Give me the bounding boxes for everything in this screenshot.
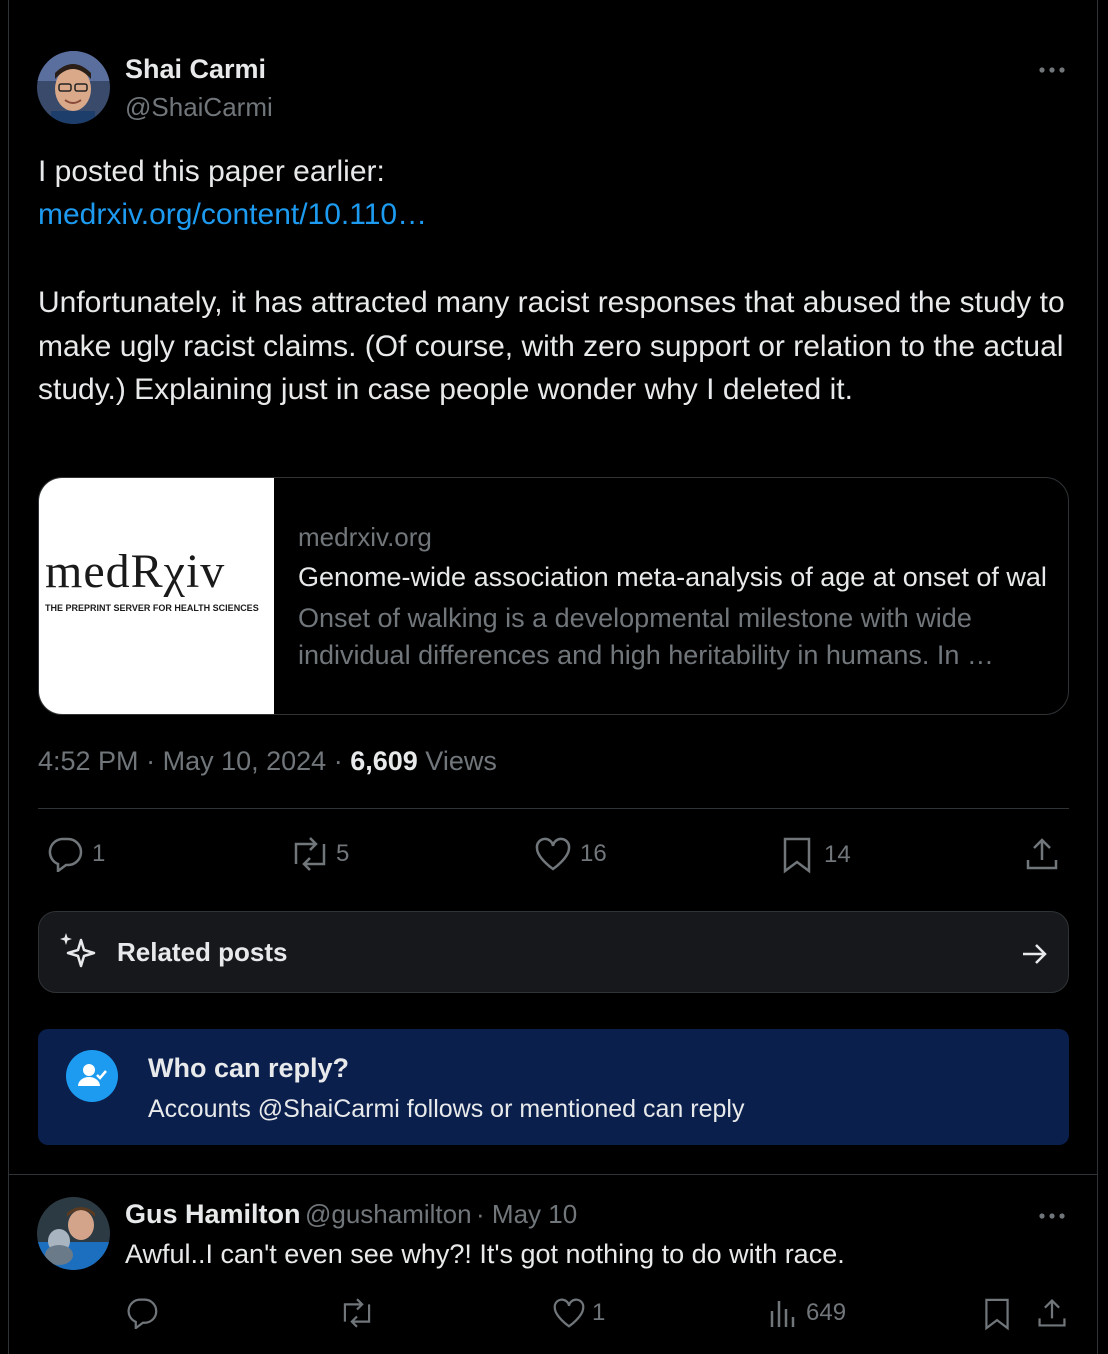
link-preview-card[interactable]: medRχiv THE PREPRINT SERVER FOR HEALTH S… <box>38 477 1069 715</box>
tweet-link[interactable]: medrxiv.org/content/10.110… <box>38 193 427 237</box>
share-icon <box>1026 838 1058 870</box>
reply-reply-button[interactable] <box>125 1297 159 1329</box>
tweet-text-intro: I posted this paper earlier: <box>38 155 385 188</box>
reply-author-handle[interactable]: @gushamilton <box>305 1199 472 1229</box>
reply-icon <box>48 837 83 872</box>
medrxiv-tagline: THE PREPRINT SERVER FOR HEALTH SCIENCES <box>45 603 259 613</box>
related-posts-label: Related posts <box>117 937 288 967</box>
views-count: 6,609 <box>350 746 418 776</box>
repost-icon <box>294 837 326 871</box>
who-can-reply-title: Who can reply? <box>148 1053 350 1083</box>
reply-author-name[interactable]: Gus Hamilton <box>125 1199 301 1229</box>
like-count: 16 <box>580 840 607 867</box>
sparkle-icon <box>60 933 96 968</box>
divider <box>9 1174 1098 1175</box>
tweet-text-body: Unfortunately, it has attracted many rac… <box>38 286 1074 406</box>
more-icon[interactable] <box>1038 1206 1066 1231</box>
bookmark-icon <box>783 837 811 874</box>
bookmark-count: 14 <box>824 841 851 868</box>
author-handle[interactable]: @ShaiCarmi <box>125 92 273 123</box>
medrxiv-logo: medRχiv <box>45 545 226 598</box>
person-check-icon <box>66 1050 118 1102</box>
reply-views-button[interactable]: 649 <box>768 1297 846 1329</box>
divider <box>38 808 1069 809</box>
views-icon <box>770 1301 795 1327</box>
repost-button[interactable]: 5 <box>288 836 349 872</box>
reply-count: 1 <box>92 840 106 867</box>
reply-button[interactable]: 1 <box>46 836 105 872</box>
reply-icon <box>127 1298 158 1329</box>
reply-views-count: 649 <box>806 1299 847 1326</box>
more-icon[interactable] <box>1038 60 1066 85</box>
share-button[interactable] <box>1024 836 1060 872</box>
tweet-meta: 4:52 PM · May 10, 2024 · 6,609 Views <box>38 746 497 776</box>
card-thumbnail: medRχiv THE PREPRINT SERVER FOR HEALTH S… <box>39 478 274 714</box>
related-posts-button[interactable]: Related posts <box>38 911 1069 993</box>
reply-bookmark-button[interactable] <box>982 1297 1012 1331</box>
tweet-time[interactable]: 4:52 PM <box>38 746 139 776</box>
reply-like-count: 1 <box>592 1299 606 1326</box>
like-button[interactable]: 16 <box>534 836 607 872</box>
arrow-right-icon <box>1023 944 1047 964</box>
repost-count: 5 <box>336 840 350 867</box>
reply-text: Awful..I can't even see why?! It's got n… <box>125 1239 845 1269</box>
who-can-reply-notice: Who can reply? Accounts @ShaiCarmi follo… <box>38 1029 1069 1145</box>
reply-like-button[interactable]: 1 <box>552 1297 605 1329</box>
share-icon <box>1038 1298 1066 1327</box>
bookmark-icon <box>985 1298 1009 1331</box>
tweet-date[interactable]: May 10, 2024 <box>163 746 327 776</box>
reply-header: Gus Hamilton @gushamilton · May 10 <box>125 1199 578 1229</box>
like-icon <box>535 837 571 871</box>
repost-icon <box>343 1298 371 1328</box>
like-icon <box>553 1298 585 1328</box>
card-domain: medrxiv.org <box>298 522 432 552</box>
card-title: Genome-wide association meta-analysis of… <box>298 562 1048 592</box>
views-label: Views <box>425 746 497 776</box>
reply-author-avatar[interactable] <box>37 1197 110 1270</box>
reply-date[interactable]: May 10 <box>492 1199 577 1229</box>
card-description: Onset of walking is a developmental mile… <box>298 603 994 670</box>
bookmark-button[interactable]: 14 <box>780 836 851 874</box>
author-avatar[interactable] <box>37 51 110 124</box>
reply-share-button[interactable] <box>1036 1297 1068 1329</box>
author-name[interactable]: Shai Carmi <box>125 54 266 85</box>
who-can-reply-subtitle: Accounts @ShaiCarmi follows or mentioned… <box>148 1095 745 1123</box>
reply-repost-button[interactable] <box>338 1297 376 1329</box>
